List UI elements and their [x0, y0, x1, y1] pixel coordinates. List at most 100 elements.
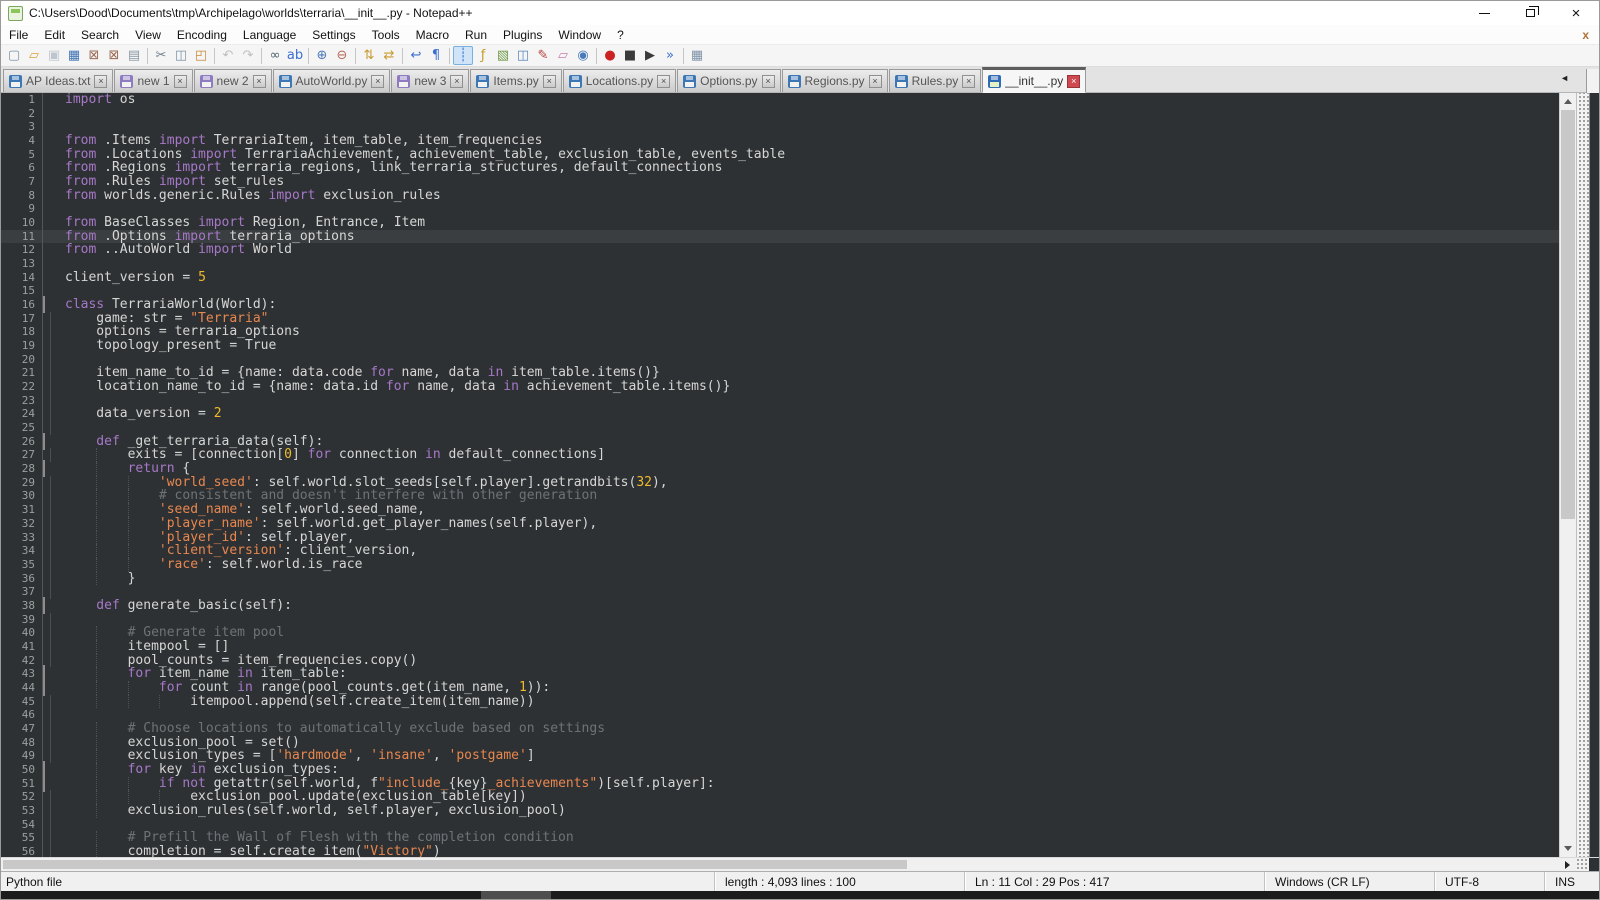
code-line[interactable]: 39 — [1, 613, 1559, 627]
code-line[interactable]: 12from ..AutoWorld import World — [1, 243, 1559, 257]
code-line[interactable]: 3 — [1, 120, 1559, 134]
code-line[interactable]: 53exclusion_rules(self.world, self.playe… — [1, 804, 1559, 818]
code-line[interactable]: 4from .Items import TerrariaItem, item_t… — [1, 134, 1559, 148]
close-doc-icon[interactable]: ⊠ — [84, 46, 104, 65]
tab-items-py[interactable]: Items.py× — [470, 69, 561, 92]
tab-close-icon[interactable]: × — [962, 75, 975, 88]
menu-tools[interactable]: Tools — [364, 25, 408, 44]
line-number[interactable]: 33 — [1, 531, 43, 545]
code-line[interactable]: 19topology_present = True — [1, 339, 1559, 353]
open-file-icon[interactable]: ▱ — [24, 46, 44, 65]
code-line[interactable]: 41itempool = [] — [1, 640, 1559, 654]
code-line[interactable]: 34'client_version': client_version, — [1, 544, 1559, 558]
status-insert-mode[interactable]: INS — [1544, 872, 1599, 891]
code-line[interactable]: 51if not getattr(self.world, f"include_{… — [1, 777, 1559, 791]
menu-file[interactable]: File — [1, 25, 36, 44]
code-line[interactable]: 25 — [1, 421, 1559, 435]
code-line[interactable]: 49exclusion_types = ['hardmode', 'insane… — [1, 749, 1559, 763]
code-line[interactable]: 10from BaseClasses import Region, Entran… — [1, 216, 1559, 230]
code-line[interactable]: 33'player_id': self.player, — [1, 531, 1559, 545]
cut-icon[interactable]: ✂ — [151, 46, 171, 65]
line-number[interactable]: 24 — [1, 407, 43, 421]
code-line[interactable]: 6from .Regions import terraria_regions, … — [1, 161, 1559, 175]
code-line[interactable]: 7from .Rules import set_rules — [1, 175, 1559, 189]
copy-icon[interactable]: ◫ — [171, 46, 191, 65]
line-number[interactable]: 27 — [1, 448, 43, 462]
tab-close-icon[interactable]: × — [174, 75, 187, 88]
code-line[interactable]: 38def generate_basic(self): — [1, 599, 1559, 613]
tab-scroll-left-icon[interactable]: ◄ — [1560, 73, 1569, 83]
fold-collapse-icon[interactable] — [43, 763, 59, 777]
code-line[interactable]: 28return { — [1, 462, 1559, 476]
line-number[interactable]: 35 — [1, 558, 43, 572]
code-line[interactable]: 55# Prefill the Wall of Flesh with the c… — [1, 831, 1559, 845]
fold-collapse-icon[interactable] — [43, 298, 59, 312]
code-line[interactable]: 8from worlds.generic.Rules import exclus… — [1, 189, 1559, 203]
menu-plugins[interactable]: Plugins — [495, 25, 550, 44]
line-number[interactable]: 23 — [1, 394, 43, 408]
line-number[interactable]: 34 — [1, 544, 43, 558]
line-number[interactable]: 6 — [1, 161, 43, 175]
document-list-icon[interactable]: ◫ — [513, 46, 533, 65]
function-list-icon[interactable]: ƒ — [473, 46, 493, 65]
line-number[interactable]: 50 — [1, 763, 43, 777]
line-number[interactable]: 31 — [1, 503, 43, 517]
tab-new-1[interactable]: new 1× — [114, 69, 192, 92]
tab--init-py[interactable]: __init__.py× — [982, 67, 1086, 93]
scroll-right-arrow[interactable] — [1559, 858, 1576, 871]
word-wrap-icon[interactable]: ↩ — [406, 46, 426, 65]
line-number[interactable]: 39 — [1, 613, 43, 627]
line-number[interactable]: 49 — [1, 749, 43, 763]
close-all-icon[interactable]: ⊠ — [104, 46, 124, 65]
code-line[interactable]: 36} — [1, 572, 1559, 586]
code-line[interactable]: 23 — [1, 394, 1559, 408]
tab-close-icon[interactable]: × — [1067, 75, 1080, 88]
code-line[interactable]: 50for key in exclusion_types: — [1, 763, 1559, 777]
line-number[interactable]: 30 — [1, 489, 43, 503]
line-number[interactable]: 54 — [1, 818, 43, 832]
code-line[interactable]: 31'seed_name': self.world.seed_name, — [1, 503, 1559, 517]
redo-icon[interactable]: ↷ — [238, 46, 258, 65]
close-button[interactable]: × — [1553, 1, 1599, 25]
fold-collapse-icon[interactable] — [43, 681, 59, 695]
replace-icon[interactable]: ab — [285, 46, 305, 65]
line-number[interactable]: 41 — [1, 640, 43, 654]
code-line[interactable]: 40# Generate item pool — [1, 626, 1559, 640]
tab-options-py[interactable]: Options.py× — [677, 69, 780, 92]
line-number[interactable]: 45 — [1, 695, 43, 709]
tab-new-2[interactable]: new 2× — [194, 69, 272, 92]
code-line[interactable]: 30# consistent and doesn't interfere wit… — [1, 489, 1559, 503]
code-line[interactable]: 1import os — [1, 93, 1559, 107]
line-number[interactable]: 2 — [1, 107, 43, 121]
macro-stop-icon[interactable]: ■ — [620, 46, 640, 65]
tab-new-3[interactable]: new 3× — [391, 69, 469, 92]
code-line[interactable]: 32'player_name': self.world.get_player_n… — [1, 517, 1559, 531]
line-number[interactable]: 38 — [1, 599, 43, 613]
sync-horizontal-icon[interactable]: ⇄ — [379, 46, 399, 65]
code-line[interactable]: 37 — [1, 585, 1559, 599]
fold-collapse-icon[interactable] — [43, 435, 59, 449]
code-line[interactable]: 13 — [1, 257, 1559, 271]
code-line[interactable]: 26def _get_terraria_data(self): — [1, 435, 1559, 449]
line-number[interactable]: 46 — [1, 708, 43, 722]
line-number[interactable]: 17 — [1, 312, 43, 326]
code-line[interactable]: 43for item_name in item_table: — [1, 667, 1559, 681]
menu-help[interactable]: ? — [609, 25, 632, 44]
fold-collapse-icon[interactable] — [43, 777, 59, 791]
find-icon[interactable]: ∞ — [265, 46, 285, 65]
new-file-icon[interactable]: ▢ — [4, 46, 24, 65]
line-number[interactable]: 52 — [1, 790, 43, 804]
code-line[interactable]: 44for count in range(pool_counts.get(ite… — [1, 681, 1559, 695]
code-line[interactable]: 21item_name_to_id = {name: data.code for… — [1, 366, 1559, 380]
code-line[interactable]: 20 — [1, 353, 1559, 367]
code-line[interactable]: 16class TerrariaWorld(World): — [1, 298, 1559, 312]
code-line[interactable]: 42pool_counts = item_frequencies.copy() — [1, 654, 1559, 668]
code-line[interactable]: 5from .Locations import TerrariaAchievem… — [1, 148, 1559, 162]
code-line[interactable]: 14client_version = 5 — [1, 271, 1559, 285]
line-number[interactable]: 11 — [1, 230, 43, 244]
code-line[interactable]: 22location_name_to_id = {name: data.id f… — [1, 380, 1559, 394]
tab-autoworld-py[interactable]: AutoWorld.py× — [273, 69, 391, 92]
line-number[interactable]: 51 — [1, 777, 43, 791]
code-line[interactable]: 56completion = self.create_item("Victory… — [1, 845, 1559, 857]
tab-close-icon[interactable]: × — [94, 75, 107, 88]
